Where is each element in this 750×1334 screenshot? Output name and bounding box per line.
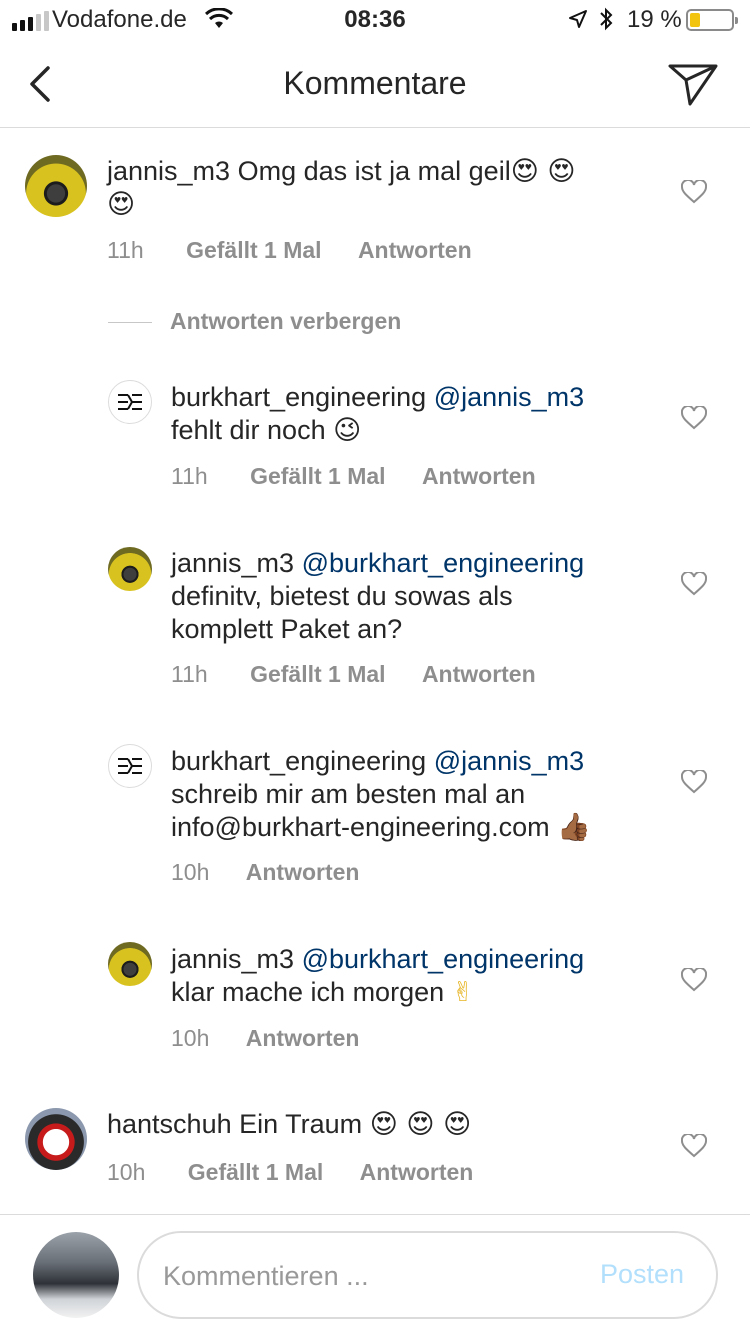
like-count[interactable]: Gefällt 1 Mal <box>250 661 385 687</box>
battery-level <box>690 13 700 27</box>
thumbs-up-emoji: 👍🏾 <box>557 812 591 843</box>
comment-time: 10h <box>107 1159 146 1185</box>
comment-text-line: komplett Paket an? <box>171 614 403 644</box>
burkhart-logo-icon <box>118 394 142 410</box>
comment-text: burkhart_engineering @jannis_m3 <box>171 745 584 778</box>
comment-text-line: definitv, bietest du sowas als <box>171 581 513 611</box>
comment-username[interactable]: burkhart_engineering <box>171 382 426 412</box>
mention-link[interactable]: @jannis_m3 <box>434 746 584 776</box>
comment-time: 10h <box>171 1025 210 1051</box>
burkhart-logo-icon <box>118 758 142 774</box>
comment-meta: 10h Antworten <box>171 1025 359 1052</box>
comment-username[interactable]: jannis_m3 <box>171 944 294 974</box>
comment-input[interactable] <box>163 1259 563 1293</box>
avatar[interactable] <box>108 744 152 788</box>
comment-time: 11h <box>171 463 208 489</box>
comment-meta: 11h Gefällt 1 Mal Antworten <box>171 463 536 490</box>
avatar[interactable] <box>108 547 152 591</box>
comment-text: jannis_m3 Omg das ist ja mal geil😍 😍 <box>107 155 576 188</box>
avatar <box>33 1232 119 1318</box>
comment-body: Ein Traum <box>239 1109 363 1139</box>
comment-meta: 11h Gefällt 1 Mal Antworten <box>107 237 472 264</box>
divider <box>108 322 152 324</box>
comment-text: jannis_m3 @burkhart_engineering <box>171 547 584 580</box>
comment-meta: 10h Antworten <box>171 859 359 886</box>
page-title: Kommentare <box>283 65 467 101</box>
heart-outline-icon[interactable] <box>681 968 707 992</box>
avatar[interactable] <box>108 380 152 424</box>
like-count[interactable]: Gefällt 1 Mal <box>250 463 385 489</box>
comment-time: 11h <box>171 661 208 687</box>
comment-text: burkhart_engineering @jannis_m3 <box>171 381 584 414</box>
comment-text-line: info@burkhart-engineering.com 👍🏾 <box>171 811 591 844</box>
heart-outline-icon[interactable] <box>681 770 707 794</box>
header: Kommentare <box>0 40 750 128</box>
comment-username[interactable]: jannis_m3 <box>171 548 294 578</box>
comment-composer: Posten <box>0 1214 750 1334</box>
reply-button[interactable]: Antworten <box>422 463 536 489</box>
reply-button[interactable]: Antworten <box>360 1159 474 1185</box>
comment-text-line: schreib mir am besten mal an <box>171 779 526 809</box>
wink-emoji: 😉 <box>333 415 362 446</box>
heart-outline-icon[interactable] <box>681 406 707 430</box>
battery-icon <box>686 9 738 31</box>
comment-username[interactable]: jannis_m3 <box>107 156 230 186</box>
mention-link[interactable]: @burkhart_engineering <box>302 548 585 578</box>
comment-text-line: klar mache ich morgen ✌ <box>171 976 474 1009</box>
comment-time: 10h <box>171 859 210 885</box>
comment-meta: 11h Gefällt 1 Mal Antworten <box>171 661 536 688</box>
heart-outline-icon[interactable] <box>681 180 707 204</box>
post-button[interactable]: Posten <box>600 1259 684 1290</box>
location-arrow-icon <box>569 10 587 28</box>
avatar[interactable] <box>108 942 152 986</box>
victory-hand-emoji: ✌ <box>451 977 475 1008</box>
comment-text: jannis_m3 @burkhart_engineering <box>171 943 584 976</box>
heart-outline-icon[interactable] <box>681 572 707 596</box>
heart-outline-icon[interactable] <box>681 1134 707 1158</box>
mention-link[interactable]: @jannis_m3 <box>434 382 584 412</box>
reply-button[interactable]: Antworten <box>246 1025 360 1051</box>
comment-username[interactable]: burkhart_engineering <box>171 746 426 776</box>
comment-text: hantschuh Ein Traum 😍 😍 😍 <box>107 1108 471 1141</box>
reply-button[interactable]: Antworten <box>422 661 536 687</box>
comment-body: Omg das ist ja mal geil <box>237 156 511 186</box>
comment-input-container[interactable]: Posten <box>137 1231 718 1319</box>
battery-percent: 19 % <box>627 6 682 33</box>
reply-button[interactable]: Antworten <box>358 237 472 263</box>
mention-link[interactable]: @burkhart_engineering <box>302 944 585 974</box>
hide-replies-button[interactable]: Antworten verbergen <box>108 308 401 335</box>
like-count[interactable]: Gefällt 1 Mal <box>188 1159 323 1185</box>
status-bar: Vodafone.de 08:36 19 % <box>0 0 750 40</box>
hide-replies-label: Antworten verbergen <box>170 308 402 334</box>
heart-eyes-emoji: 😍 😍 😍 <box>369 1109 472 1140</box>
bluetooth-icon <box>600 7 613 31</box>
avatar[interactable] <box>25 155 87 217</box>
comments-screen: Vodafone.de 08:36 19 % Kommentare jannis… <box>0 0 750 1334</box>
comment-meta: 10h Gefällt 1 Mal Antworten <box>107 1159 473 1186</box>
heart-eyes-emoji: 😍 😍 <box>510 156 576 187</box>
comment-text-line: fehlt dir noch 😉 <box>171 414 361 447</box>
reply-button[interactable]: Antworten <box>246 859 360 885</box>
like-count[interactable]: Gefällt 1 Mal <box>186 237 321 263</box>
heart-eyes-emoji: 😍 <box>107 189 136 220</box>
email-link: info@burkhart-engineering.com <box>171 812 550 842</box>
paper-plane-icon[interactable] <box>666 62 720 108</box>
comment-body: klar mache ich morgen <box>171 977 445 1007</box>
comment-username[interactable]: hantschuh <box>107 1109 232 1139</box>
comment-text-line: 😍 <box>107 188 135 221</box>
comment-time: 11h <box>107 237 144 263</box>
avatar[interactable] <box>25 1108 87 1170</box>
comment-body: fehlt dir noch <box>171 415 326 445</box>
